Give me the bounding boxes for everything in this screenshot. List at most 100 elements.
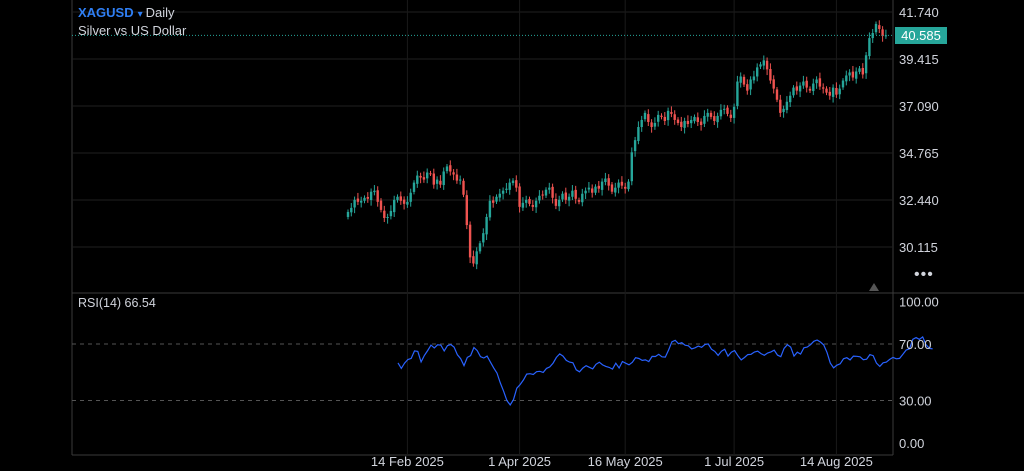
- candle-body: [624, 186, 627, 189]
- candle-body: [630, 152, 633, 182]
- chart-canvas[interactable]: 41.740 39.415 37.090 34.765 32.440 30.115 100…: [0, 0, 1024, 471]
- candle-body: [587, 187, 591, 190]
- candle-body: [729, 114, 732, 118]
- candle-body: [762, 60, 765, 66]
- time-tick-label: 16 May 2025: [588, 454, 663, 469]
- candle-body: [422, 177, 426, 180]
- candle-body: [818, 78, 822, 87]
- candle-body: [779, 99, 782, 113]
- candle-body: [379, 200, 383, 210]
- candle-body: [366, 196, 369, 199]
- candle-body: [686, 120, 690, 124]
- candle-body: [600, 181, 604, 190]
- candle-body: [475, 251, 478, 265]
- price-tick-label: 34.765: [899, 146, 939, 161]
- candle-body: [495, 196, 498, 202]
- more-options-icon[interactable]: •••: [914, 266, 934, 284]
- rsi-tick-label: 30.00: [899, 394, 932, 409]
- candle-body: [647, 114, 650, 122]
- candle-body: [706, 112, 709, 117]
- candle-body: [676, 119, 680, 123]
- candle-body: [482, 233, 485, 243]
- candle-body: [412, 182, 416, 192]
- candle-body: [478, 243, 482, 252]
- candle-body: [749, 79, 752, 90]
- candle-body: [828, 91, 831, 96]
- candle-body: [620, 181, 624, 186]
- candle-body: [406, 201, 409, 205]
- candle-body: [650, 122, 653, 128]
- candle-body: [419, 175, 422, 178]
- candlestick-series: [72, 20, 893, 270]
- candle-body: [591, 188, 594, 193]
- candle-body: [614, 187, 617, 193]
- candle-body: [584, 190, 587, 194]
- candle-body: [511, 180, 515, 184]
- candle-body: [409, 192, 412, 202]
- candle-body: [775, 89, 779, 100]
- candle-body: [822, 87, 825, 89]
- candle-body: [736, 81, 739, 106]
- candle-body: [534, 200, 538, 208]
- candle-body: [660, 115, 663, 117]
- candle-body: [468, 224, 472, 258]
- timeframe-label[interactable]: Daily: [146, 5, 175, 20]
- candle-body: [363, 197, 366, 201]
- candle-body: [841, 80, 845, 88]
- candle-body: [831, 87, 835, 97]
- candle-body: [455, 174, 459, 181]
- time-axis: 14 Feb 2025 1 Apr 2025 16 May 2025 1 Jul 20…: [371, 454, 873, 469]
- candle-body: [445, 166, 449, 172]
- candle-body: [772, 79, 775, 89]
- candle-body: [666, 110, 670, 121]
- candle-body: [716, 115, 719, 123]
- candle-body: [521, 202, 525, 208]
- symbol-name[interactable]: XAGUSD: [78, 5, 134, 20]
- candle-body: [732, 106, 736, 118]
- candle-body: [416, 175, 419, 184]
- candle-body: [746, 84, 749, 91]
- candle-body: [459, 179, 462, 181]
- candle-body: [564, 192, 567, 200]
- candle-body: [567, 196, 571, 201]
- rsi-tick-label: 0.00: [899, 436, 924, 451]
- candle-body: [802, 81, 805, 86]
- candle-body: [515, 180, 518, 188]
- candle-body: [399, 196, 402, 201]
- candle-body: [696, 117, 699, 122]
- candle-body: [637, 127, 640, 141]
- candle-body: [389, 210, 393, 217]
- candle-body: [551, 186, 554, 198]
- candle-body: [798, 85, 802, 92]
- candle-body: [558, 199, 561, 207]
- rsi-indicator-label[interactable]: RSI(14) 66.54: [78, 296, 156, 310]
- candle-body: [426, 172, 429, 179]
- candle-body: [577, 200, 581, 202]
- candle-body: [360, 200, 363, 203]
- candle-body: [864, 55, 868, 74]
- candle-body: [610, 184, 614, 192]
- candle-body: [657, 114, 660, 122]
- candle-body: [485, 216, 488, 235]
- candle-body: [429, 173, 432, 175]
- candle-body: [782, 108, 785, 113]
- symbol-description: Silver vs US Dollar: [78, 23, 187, 38]
- candle-body: [548, 187, 551, 190]
- candle-body: [442, 171, 445, 186]
- candle-body: [396, 196, 399, 201]
- candle-body: [663, 116, 666, 121]
- candle-body: [488, 200, 492, 218]
- price-tick-label: 30.115: [899, 240, 938, 255]
- candle-body: [878, 25, 881, 29]
- candle-body: [699, 121, 703, 126]
- candle-body: [805, 80, 808, 88]
- candle-body: [653, 122, 657, 127]
- candle-body: [627, 181, 630, 190]
- scroll-to-realtime-icon[interactable]: [869, 283, 879, 291]
- candle-body: [769, 69, 772, 81]
- rsi-tick-label: 100.00: [899, 295, 939, 310]
- candle-body: [531, 205, 534, 207]
- candle-body: [607, 178, 610, 186]
- chevron-down-icon[interactable]: ▾: [138, 9, 143, 20]
- symbol-header[interactable]: XAGUSD ▾ Daily: [78, 5, 175, 23]
